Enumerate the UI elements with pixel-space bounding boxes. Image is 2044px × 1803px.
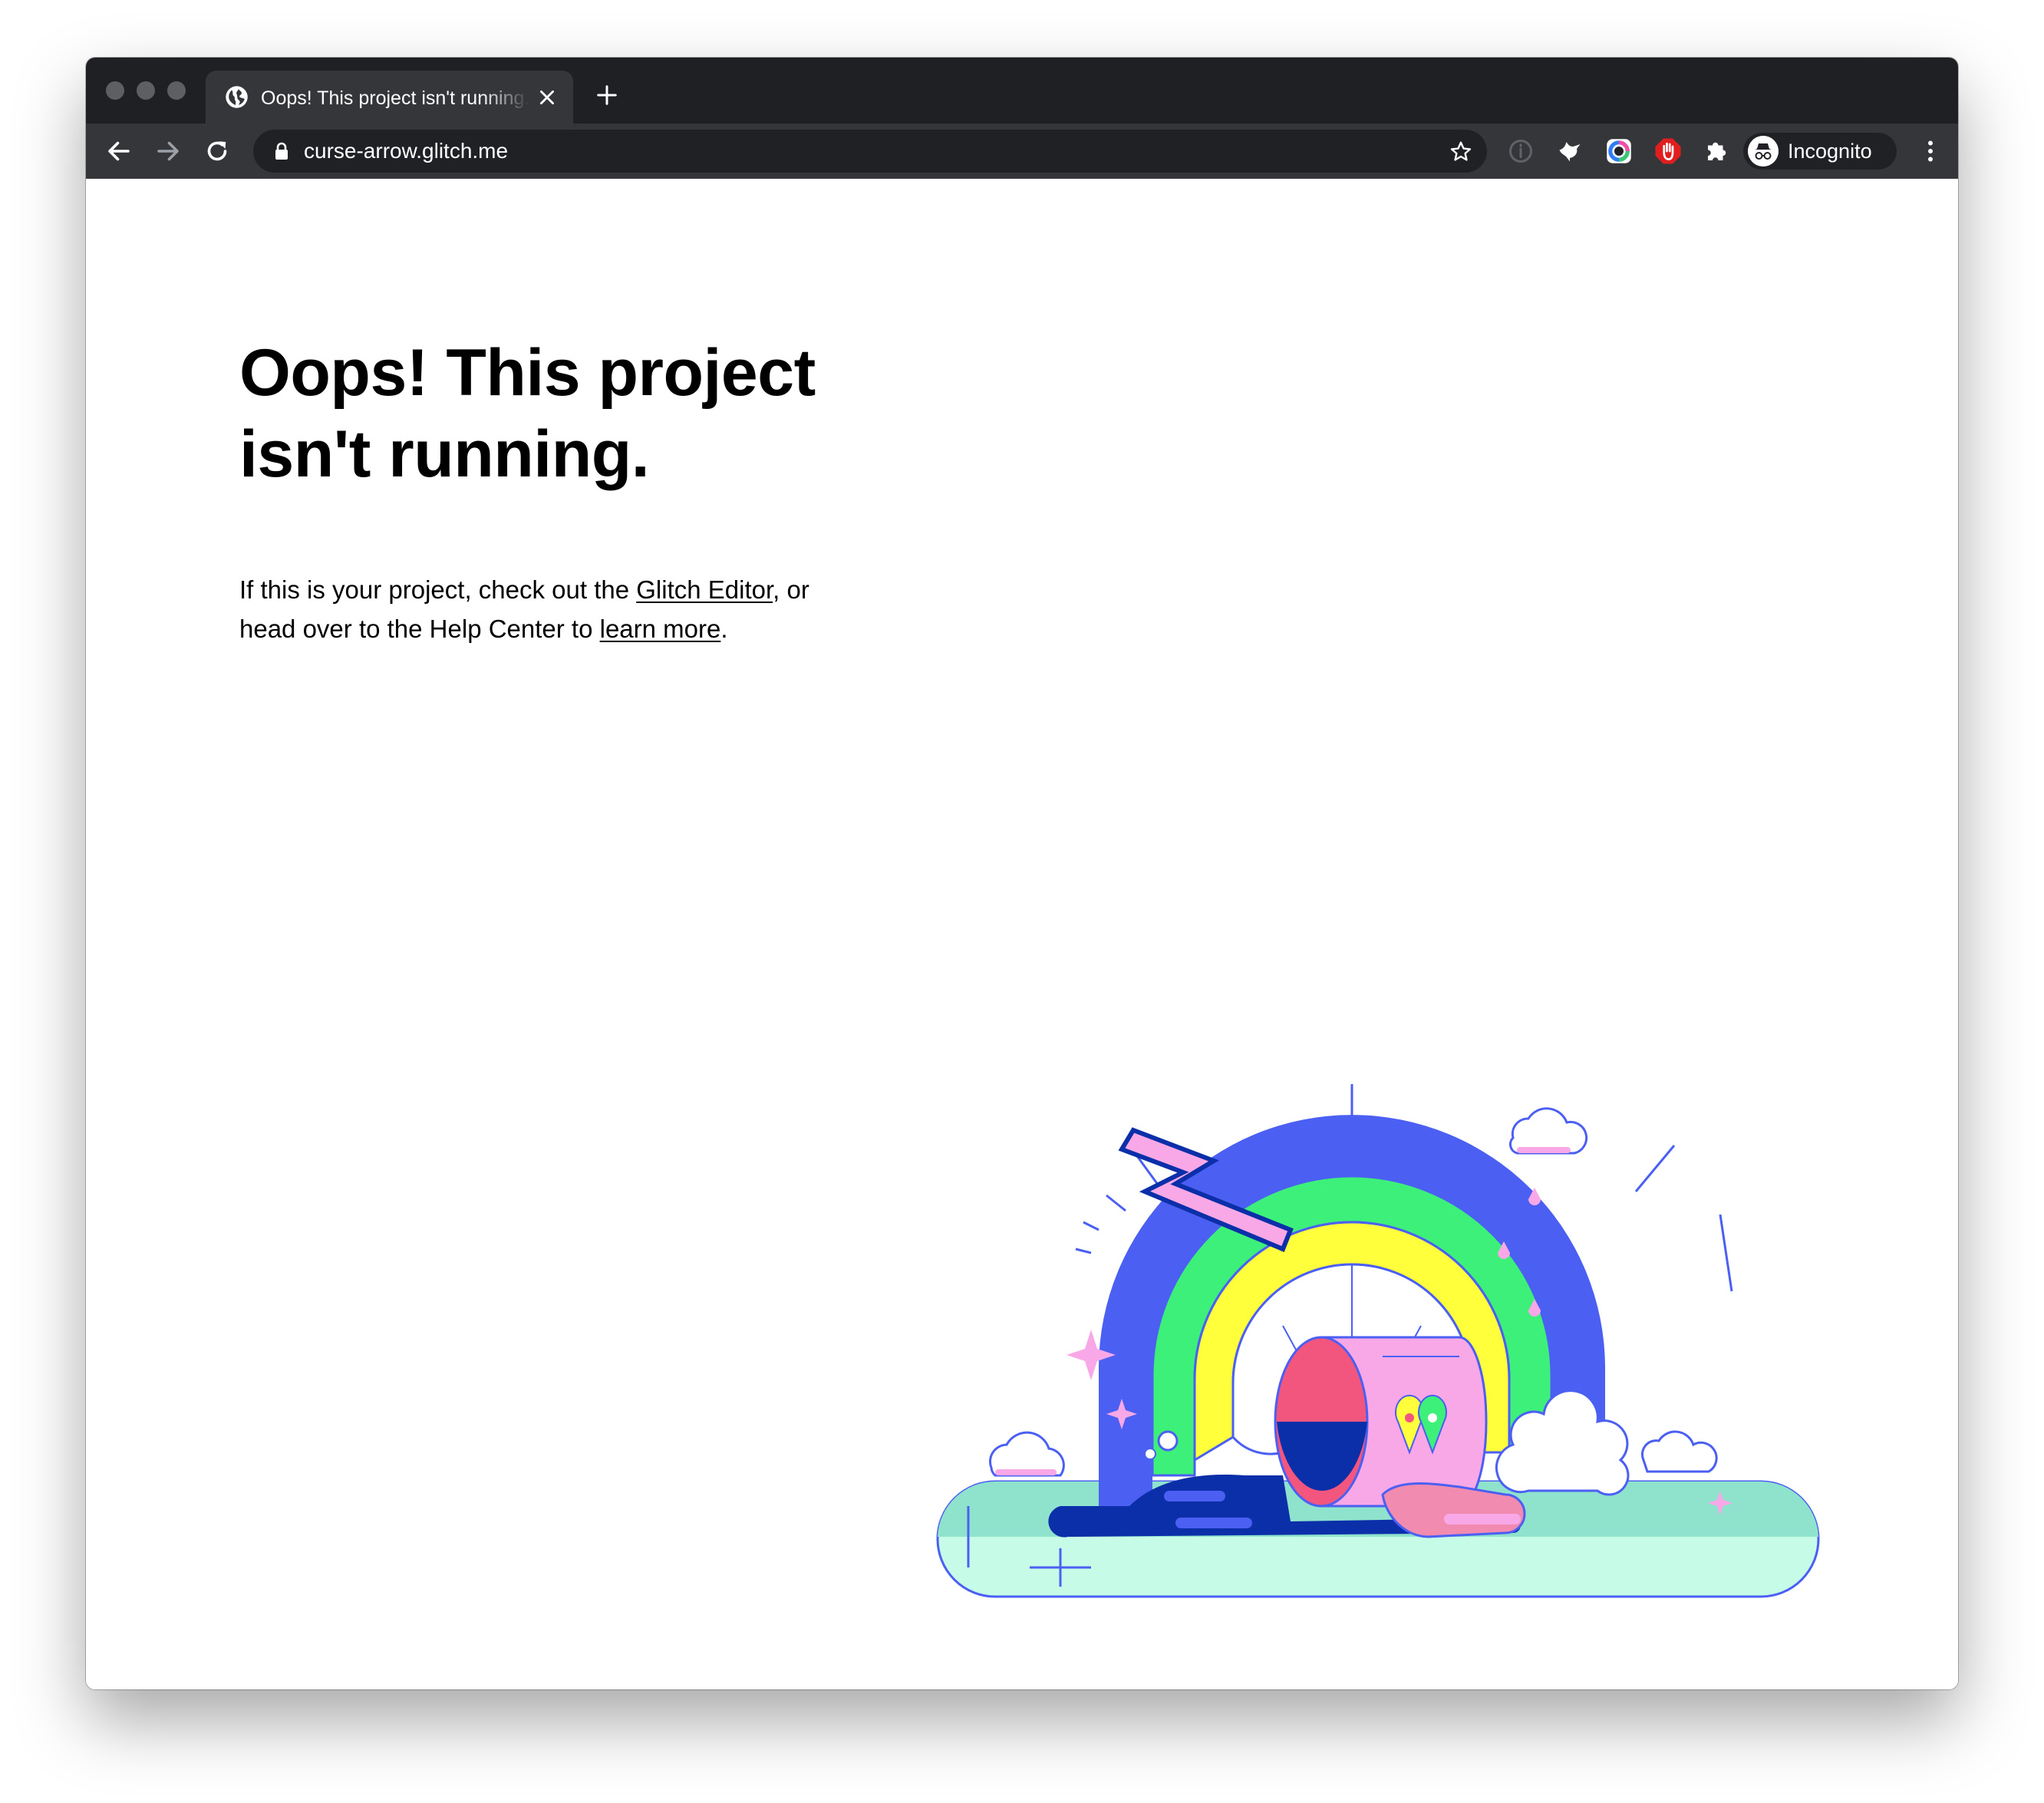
info-icon[interactable] <box>1507 137 1535 165</box>
page-title: Oops! This project isn't running. <box>239 336 816 491</box>
arrow-left-icon[interactable] <box>105 137 133 165</box>
address-bar[interactable]: curse-arrow.glitch.me <box>253 130 1487 173</box>
stop-hand-icon[interactable] <box>1654 137 1682 165</box>
minimize-window-icon[interactable] <box>137 81 155 100</box>
tab-strip: Oops! This project isn't running. <box>86 58 1958 124</box>
lock-icon[interactable] <box>273 141 290 161</box>
star-icon[interactable] <box>1449 140 1473 164</box>
tab-title: Oops! This project isn't running. <box>261 87 529 109</box>
puzzle-icon[interactable] <box>1703 137 1731 165</box>
help-text-part-3: . <box>720 615 728 643</box>
zoom-window-icon[interactable] <box>167 81 186 100</box>
kebab-menu-icon[interactable] <box>1917 137 1944 165</box>
help-text: If this is your project, check out the G… <box>239 570 869 648</box>
globe-icon <box>226 86 248 108</box>
incognito-icon <box>1748 136 1779 166</box>
plus-icon[interactable] <box>595 84 618 107</box>
glitch-editor-link[interactable]: Glitch Editor <box>636 575 773 604</box>
browser-window: Oops! This project isn't running. curse-… <box>86 58 1958 1689</box>
broken-rainbow-illustration <box>936 1084 1820 1598</box>
page-content: Oops! This project isn't running. If thi… <box>86 179 1958 1689</box>
tab-active[interactable]: Oops! This project isn't running. <box>206 71 573 124</box>
arrow-right-icon[interactable] <box>154 137 182 165</box>
close-window-icon[interactable] <box>106 81 124 100</box>
learn-more-link[interactable]: learn more <box>600 615 721 643</box>
profile-button[interactable]: Incognito <box>1743 133 1897 170</box>
help-text-part-1: If this is your project, check out the <box>239 575 637 604</box>
toolbar: curse-arrow.glitch.me Incognito <box>86 124 1958 179</box>
url-text[interactable]: curse-arrow.glitch.me <box>304 130 508 173</box>
close-icon[interactable] <box>537 87 557 107</box>
bird-icon[interactable] <box>1556 137 1584 165</box>
color-ring-icon[interactable] <box>1605 137 1633 165</box>
reload-icon[interactable] <box>203 137 231 165</box>
profile-label: Incognito <box>1788 140 1872 163</box>
